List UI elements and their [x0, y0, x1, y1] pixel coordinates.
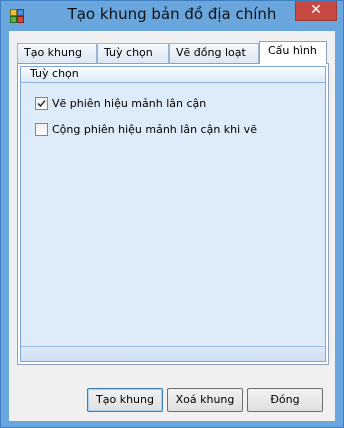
close-window-button[interactable]: ✕: [295, 1, 337, 21]
dialog-client-area: Tạo khung Tuỳ chọn Vẽ đồng loạt Cấu hình…: [9, 31, 335, 421]
delete-frame-button[interactable]: Xoá khung: [167, 388, 243, 412]
title-bar[interactable]: Tạo khung bản đồ địa chính ✕: [1, 1, 343, 31]
option-add-adjacent-sheet-ids[interactable]: Cộng phiên hiệu mảnh lân cận khi vẽ: [35, 123, 257, 137]
tab-ve-dong-loat[interactable]: Vẽ đồng loạt: [169, 43, 259, 63]
option-label: Vẽ phiên hiệu mảnh lân cận: [52, 97, 207, 110]
tab-strip: Tạo khung Tuỳ chọn Vẽ đồng loạt Cấu hình: [17, 41, 327, 64]
tab-tao-khung[interactable]: Tạo khung: [17, 43, 97, 63]
dialog-window: Tạo khung bản đồ địa chính ✕ Tạo khung T…: [0, 0, 344, 428]
option-draw-adjacent-sheet-ids[interactable]: Vẽ phiên hiệu mảnh lân cận: [35, 97, 206, 111]
create-frame-button[interactable]: Tạo khung: [87, 388, 163, 412]
group-header: Tuỳ chọn: [21, 67, 325, 83]
checkbox-unchecked[interactable]: [35, 123, 48, 136]
tab-cau-hinh[interactable]: Cấu hình: [259, 41, 327, 64]
checkbox-checked[interactable]: [35, 97, 48, 110]
tab-tuy-chon[interactable]: Tuỳ chọn: [97, 43, 169, 63]
option-label: Cộng phiên hiệu mảnh lân cận khi vẽ: [52, 123, 257, 136]
checkmark-icon: [37, 99, 46, 108]
tab-page-cau-hinh: Tuỳ chọn Vẽ phiên hiệu mảnh lân cận Cộng…: [17, 63, 329, 365]
close-icon: ✕: [310, 2, 322, 18]
options-group: Tuỳ chọn Vẽ phiên hiệu mảnh lân cận Cộng…: [20, 66, 326, 362]
group-footer: [21, 346, 325, 361]
map-icon[interactable]: [10, 9, 24, 23]
close-button[interactable]: Đóng: [247, 388, 323, 412]
window-title: Tạo khung bản đồ địa chính: [67, 5, 277, 23]
